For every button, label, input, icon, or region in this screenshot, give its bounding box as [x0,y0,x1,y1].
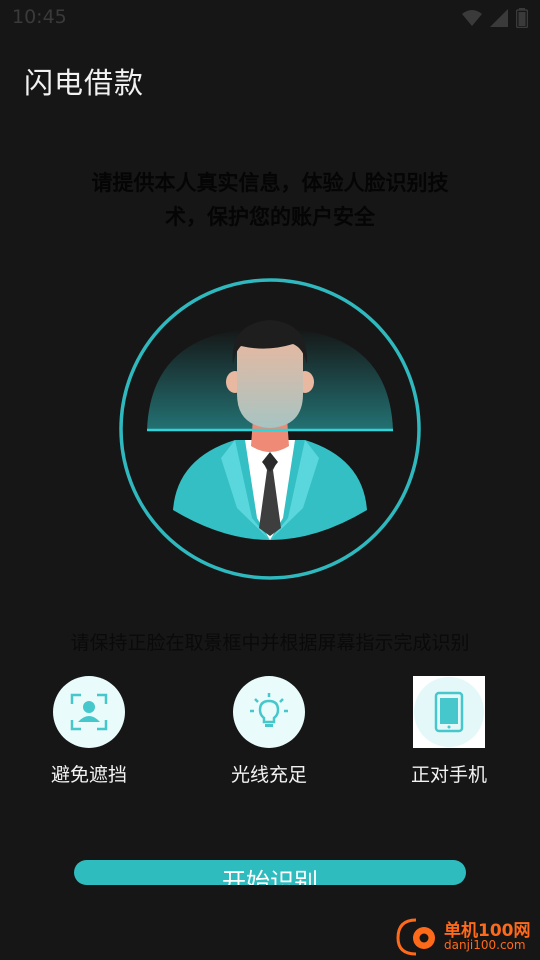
instruction-line-2: 术，保护您的账户安全 [165,205,375,229]
status-time: 10:45 [12,6,67,28]
tip-label-enough-light: 光线充足 [230,764,307,786]
app-title: 闪电借款 [24,66,145,100]
watermark-url: danji100.com [444,938,526,952]
signal-icon [490,9,508,27]
tip-label-face-phone: 正对手机 [410,764,487,786]
light-bulb-icon [233,676,305,748]
instruction-text: 请提供本人真实信息，体验人脸识别技 术，保护您的账户安全 [50,166,490,234]
start-recognition-button[interactable]: 开始识别 [74,860,466,885]
watermark: 单机100网 danji100.com [390,914,540,960]
battery-icon [516,8,528,28]
watermark-logo-icon [396,918,435,956]
face-detection-frame [117,278,423,584]
status-bar: 10:45 [0,0,540,36]
start-recognition-label: 开始识别 [222,868,318,885]
wifi-icon [462,10,482,26]
phone-icon [413,676,485,748]
framing-instruction: 请保持正脸在取景框中并根据屏幕指示完成识别 [70,632,470,654]
face-illustration [119,278,421,580]
tip-avoid-occlusion: 避免遮挡 [19,676,159,787]
instruction-line-1: 请提供本人真实信息，体验人脸识别技 [91,171,449,195]
tip-face-phone: 正对手机 [379,676,519,787]
face-scan-icon [53,676,125,748]
status-icons [462,8,528,28]
tip-enough-light: 光线充足 [199,676,339,787]
tip-label-avoid-occlusion: 避免遮挡 [50,764,127,786]
